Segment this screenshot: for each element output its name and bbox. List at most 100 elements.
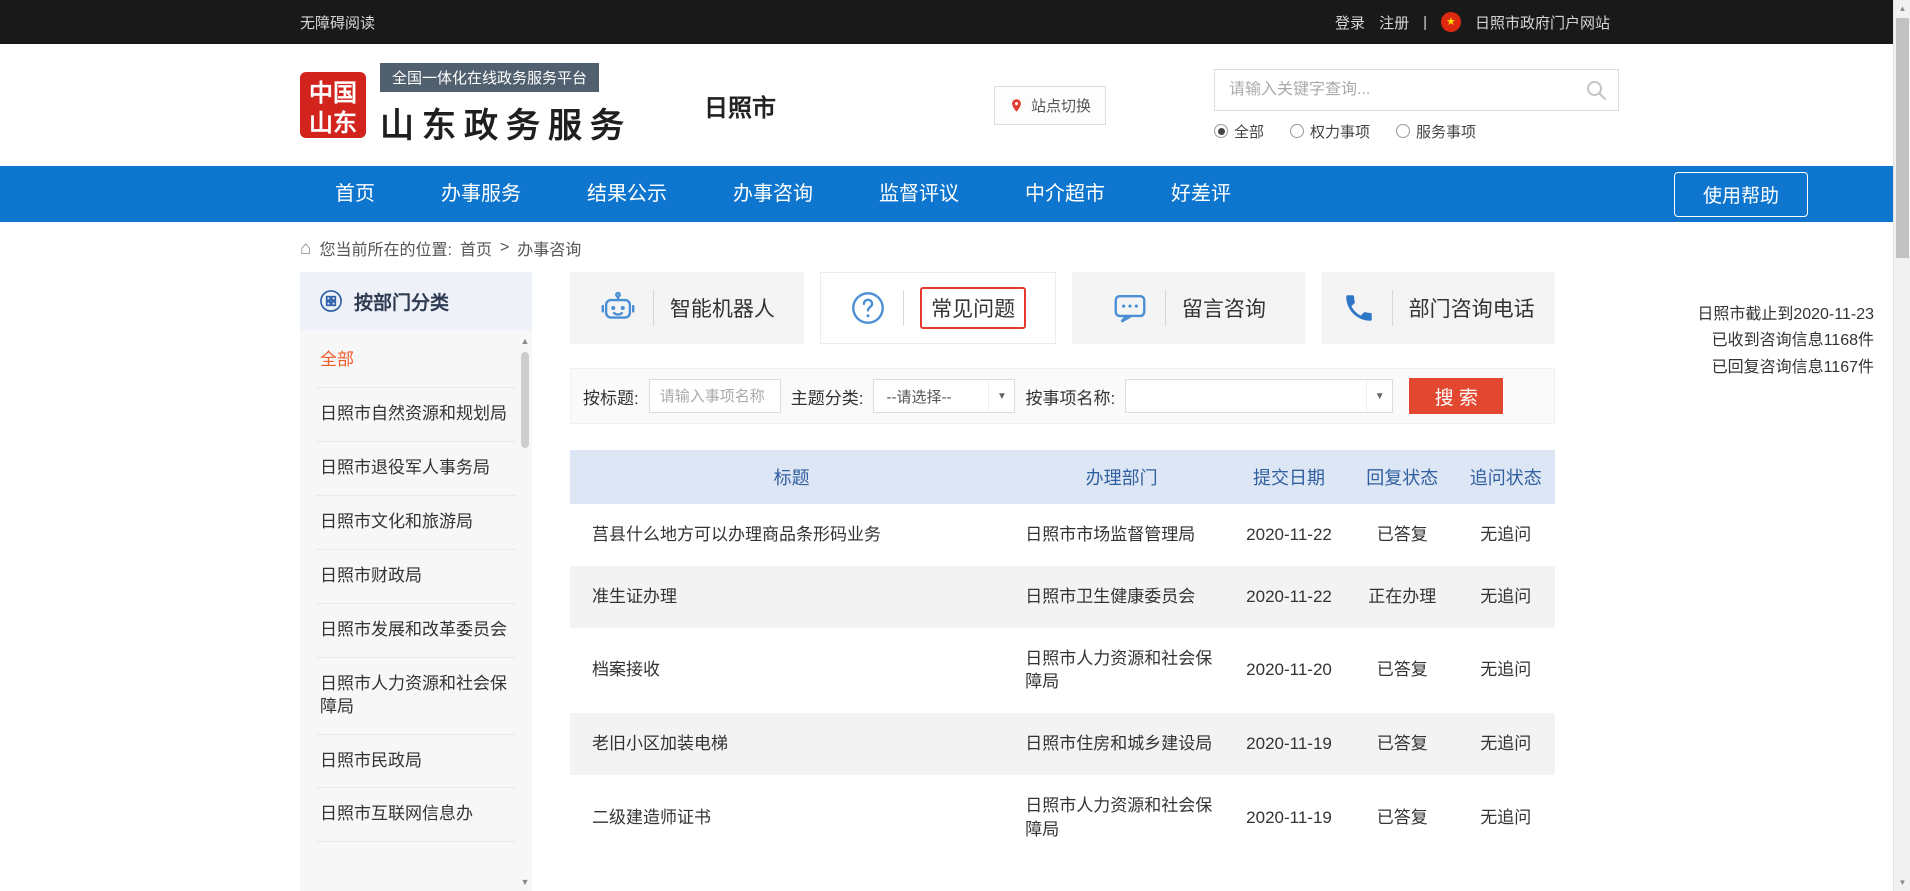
scrollbar-up-icon[interactable]: ▲ (1894, 0, 1910, 17)
sidebar-item-civil-affairs[interactable]: 日照市民政局 (316, 735, 516, 789)
table-row[interactable]: 二级建造师证书 日照市人力资源和社会保障局 2020-11-19 已答复 无追问 (570, 775, 1555, 861)
accessibility-link[interactable]: 无障碍阅读 (300, 12, 375, 33)
page-scroll-thumb[interactable] (1896, 18, 1909, 258)
item-name-select[interactable]: ▼ (1125, 379, 1393, 413)
login-link[interactable]: 登录 (1335, 12, 1365, 33)
brand-title: 山东政务服务 (380, 98, 632, 147)
radio-power-label: 权力事项 (1310, 121, 1370, 142)
topbar-right: 登录 注册 | ★ 日照市政府门户网站 (1335, 12, 1610, 33)
nav-item-results[interactable]: 结果公示 (554, 166, 700, 222)
sidebar-list: 全部 日照市自然资源和规划局 日照市退役军人事务局 日照市文化和旅游局 日照市财… (300, 330, 532, 852)
sidebar-header: 按部门分类 (300, 272, 532, 330)
radio-icon (1396, 124, 1410, 138)
cell-title[interactable]: 莒县什么地方可以办理商品条形码业务 (570, 504, 1013, 566)
cell-title[interactable]: 准生证办理 (570, 566, 1013, 628)
logo-text-block: 全国一体化在线政务服务平台 山东政务服务 (380, 63, 632, 147)
tab-smart-robot[interactable]: 智能机器人 (570, 272, 804, 344)
tab-message-consult[interactable]: 留言咨询 (1072, 272, 1306, 344)
filter-item-label: 按事项名称: (1025, 384, 1115, 409)
cell-department: 日照市人力资源和社会保障局 (1013, 775, 1230, 861)
sidebar-item-human-resources[interactable]: 日照市人力资源和社会保障局 (316, 658, 516, 735)
sidebar-item-natural-resources[interactable]: 日照市自然资源和规划局 (316, 388, 516, 442)
site-switch-button[interactable]: 站点切换 (994, 86, 1106, 125)
filter-bar: 按标题: 主题分类: --请选择-- ▼ 按事项名称: ▼ 搜 索 (570, 368, 1555, 424)
category-select[interactable]: --请选择-- ▼ (873, 379, 1015, 413)
cell-follow-status: 无追问 (1456, 713, 1555, 775)
col-header-department: 办理部门 (1013, 450, 1230, 504)
sidebar-item-veterans[interactable]: 日照市退役军人事务局 (316, 442, 516, 496)
nav-item-agency[interactable]: 中介超市 (992, 166, 1138, 222)
sidebar-item-finance[interactable]: 日照市财政局 (316, 550, 516, 604)
shandong-seal-icon: 中国山东 (300, 72, 366, 138)
tab-message-consult-label: 留言咨询 (1182, 293, 1266, 323)
sidebar-item-culture-tourism[interactable]: 日照市文化和旅游局 (316, 496, 516, 550)
platform-badge: 全国一体化在线政务服务平台 (380, 63, 599, 92)
nav-item-services[interactable]: 办事服务 (408, 166, 554, 222)
cell-department: 日照市卫生健康委员会 (1013, 566, 1230, 628)
stats-line-replied: 已回复咨询信息1167件 (1697, 355, 1874, 381)
breadcrumb-separator: > (500, 239, 509, 257)
nav-item-home[interactable]: 首页 (302, 166, 408, 222)
cell-follow-status: 无追问 (1456, 566, 1555, 628)
cell-department: 日照市住房和城乡建设局 (1013, 713, 1230, 775)
radio-all[interactable]: 全部 (1214, 121, 1264, 142)
logo[interactable]: 中国山东 全国一体化在线政务服务平台 山东政务服务 (300, 63, 632, 147)
nav-item-rating[interactable]: 好差评 (1138, 166, 1264, 222)
sidebar-scroll-thumb[interactable] (521, 352, 529, 448)
scroll-down-icon[interactable]: ▼ (519, 877, 531, 887)
breadcrumb-home-link[interactable]: 首页 (460, 236, 492, 260)
nav-item-supervision[interactable]: 监督评议 (846, 166, 992, 222)
cell-department: 日照市市场监督管理局 (1013, 504, 1230, 566)
scrollbar-down-icon[interactable]: ▼ (1894, 874, 1910, 891)
tab-faq-label: 常见问题 (920, 287, 1026, 329)
national-emblem-icon: ★ (1441, 12, 1461, 32)
nav-item-consult[interactable]: 办事咨询 (700, 166, 846, 222)
portal-link[interactable]: 日照市政府门户网站 (1475, 12, 1610, 33)
page-scrollbar[interactable]: ▲ ▼ (1893, 0, 1910, 891)
site-switch-label: 站点切换 (1031, 95, 1091, 116)
radio-power-items[interactable]: 权力事项 (1290, 121, 1370, 142)
sidebar-title: 按部门分类 (354, 288, 449, 315)
scroll-up-icon[interactable]: ▲ (519, 336, 531, 346)
search-box (1214, 69, 1619, 111)
department-category-icon (318, 288, 344, 314)
sidebar-item-all[interactable]: 全部 (316, 334, 516, 388)
col-header-reply-status: 回复状态 (1348, 450, 1456, 504)
topbar: 无障碍阅读 登录 注册 | ★ 日照市政府门户网站 (0, 0, 1910, 44)
cell-title[interactable]: 二级建造师证书 (570, 775, 1013, 861)
cell-reply-status: 已答复 (1348, 775, 1456, 861)
location-pin-icon (1009, 98, 1024, 113)
table-row[interactable]: 准生证办理 日照市卫生健康委员会 2020-11-22 正在办理 无追问 (570, 566, 1555, 628)
phone-icon (1342, 291, 1376, 325)
tab-divider (1392, 290, 1393, 326)
tab-faq[interactable]: 常见问题 (820, 272, 1056, 344)
table-row[interactable]: 档案接收 日照市人力资源和社会保障局 2020-11-20 已答复 无追问 (570, 628, 1555, 714)
filter-title-label: 按标题: (583, 384, 639, 409)
help-button[interactable]: 使用帮助 (1674, 172, 1808, 217)
tab-smart-robot-label: 智能机器人 (670, 293, 775, 323)
radio-service-label: 服务事项 (1416, 121, 1476, 142)
sidebar-scrollbar[interactable]: ▲ ▼ (519, 336, 531, 887)
tab-phone-consult[interactable]: 部门咨询电话 (1321, 272, 1555, 344)
cell-reply-status: 已答复 (1348, 713, 1456, 775)
register-link[interactable]: 注册 (1379, 12, 1409, 33)
cell-title[interactable]: 老旧小区加装电梯 (570, 713, 1013, 775)
cell-date: 2020-11-22 (1230, 566, 1348, 628)
consult-stats: 日照市截止到2020-11-23 已收到咨询信息1168件 已回复咨询信息116… (1697, 302, 1874, 381)
cell-title[interactable]: 档案接收 (570, 628, 1013, 714)
filter-search-button[interactable]: 搜 索 (1409, 378, 1503, 414)
search-icon[interactable] (1584, 78, 1608, 102)
radio-service-items[interactable]: 服务事项 (1396, 121, 1476, 142)
message-icon (1111, 289, 1149, 327)
sidebar-item-internet-info[interactable]: 日照市互联网信息办 (316, 788, 516, 842)
sidebar-item-development-reform[interactable]: 日照市发展和改革委员会 (316, 604, 516, 658)
chevron-down-icon: ▼ (1366, 380, 1392, 412)
col-header-title: 标题 (570, 450, 1013, 504)
cell-follow-status: 无追问 (1456, 775, 1555, 861)
search-input[interactable] (1229, 81, 1584, 99)
table-row[interactable]: 老旧小区加装电梯 日照市住房和城乡建设局 2020-11-19 已答复 无追问 (570, 713, 1555, 775)
stats-line-deadline: 日照市截止到2020-11-23 (1697, 302, 1874, 328)
title-filter-input[interactable] (649, 379, 781, 413)
cell-date: 2020-11-22 (1230, 504, 1348, 566)
table-row[interactable]: 莒县什么地方可以办理商品条形码业务 日照市市场监督管理局 2020-11-22 … (570, 504, 1555, 566)
